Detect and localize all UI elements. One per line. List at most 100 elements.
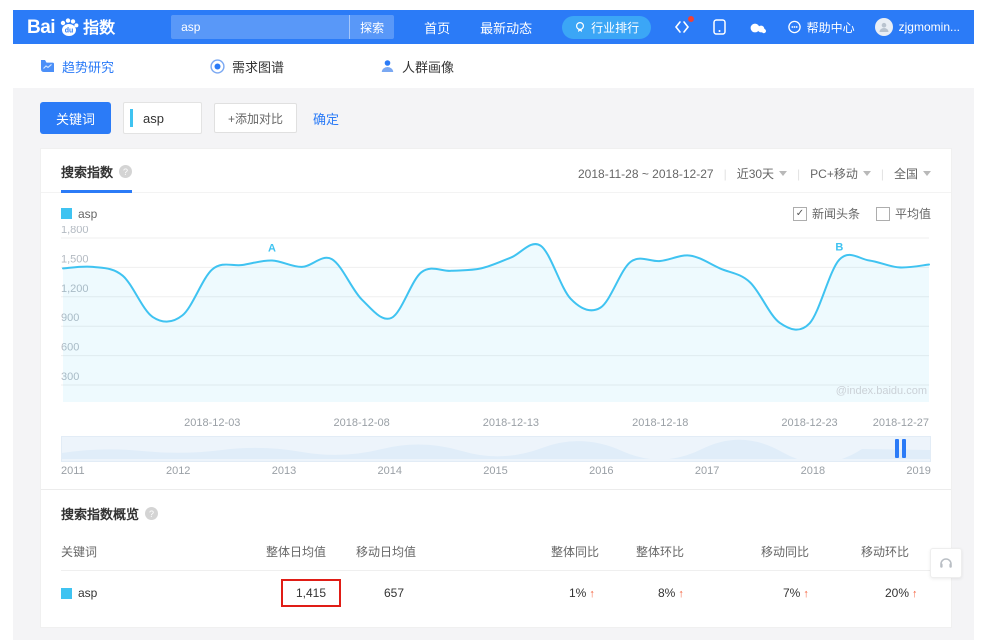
table-header-cell: 整体同比 <box>551 543 636 560</box>
time-range-select[interactable]: 近30天 <box>737 165 787 182</box>
device-select[interactable]: PC+移动 <box>810 165 871 182</box>
keyword-swatch <box>61 588 72 599</box>
tab-trend-label: 趋势研究 <box>62 57 114 76</box>
series-legend[interactable]: asp <box>61 207 97 221</box>
timeline-year: 2015 <box>483 465 507 477</box>
help-icon[interactable] <box>145 507 158 520</box>
industry-ranking-pill[interactable]: 行业排行 <box>562 16 651 39</box>
mobile-daily-avg-value: 657 <box>384 586 404 600</box>
tab-demand-graph[interactable]: 需求图谱 <box>210 57 284 76</box>
legend-swatch <box>61 208 72 219</box>
overall-yoy-value: 1% <box>569 586 586 600</box>
header-search-input[interactable] <box>171 15 349 39</box>
chart-checkboxes: 新闻头条 平均值 <box>793 205 931 222</box>
chevron-down-icon <box>863 171 871 176</box>
header-nav: 首页 最新动态 行业排行 <box>424 16 651 39</box>
username-label: zjgmomin... <box>899 20 960 34</box>
keyword-input[interactable] <box>133 111 201 126</box>
logo-text-suffix: 指数 <box>83 19 115 38</box>
mobile-app-icon[interactable] <box>711 18 729 36</box>
separator: | <box>724 167 727 181</box>
tab-demand-label: 需求图谱 <box>232 57 284 76</box>
add-compare-button[interactable]: +添加对比 <box>214 103 297 133</box>
device-value: PC+移动 <box>810 165 858 182</box>
table-header-cell: 整体日均值 <box>266 543 356 560</box>
table-row: asp 1,415 657 1%↑ 8%↑ <box>61 571 931 613</box>
table-header-row: 关键词整体日均值移动日均值整体同比整体环比移动同比移动环比 <box>61 535 931 571</box>
timeline-year: 2017 <box>695 465 719 477</box>
keyword-value: asp <box>78 586 97 600</box>
timeline-year: 2018 <box>801 465 825 477</box>
svg-text:@index.baidu.com: @index.baidu.com <box>836 385 927 397</box>
trend-chart-canvas: 1,8001,5001,200900600300AB2018-12-032018… <box>61 226 931 432</box>
svg-text:1,800: 1,800 <box>61 226 89 236</box>
mobile-yoy-cell: 7%↑ <box>761 586 861 600</box>
news-headline-checkbox[interactable]: 新闻头条 <box>793 205 860 222</box>
table-header-cell: 移动日均值 <box>356 543 551 560</box>
mobile-mom-cell: 20%↑ <box>861 586 931 600</box>
svg-text:2018-12-03: 2018-12-03 <box>184 417 240 429</box>
header-search-button[interactable]: 探索 <box>349 15 394 39</box>
confirm-link[interactable]: 确定 <box>313 109 339 128</box>
keyword-input-wrap <box>123 102 202 134</box>
overview-header: 搜索指数概览 <box>41 490 951 523</box>
baidu-index-logo[interactable]: Bai du 指数 <box>27 16 115 38</box>
chevron-down-icon <box>923 171 931 176</box>
chevron-down-icon <box>779 171 787 176</box>
nav-home-link[interactable]: 首页 <box>424 18 450 37</box>
page: Bai du 指数 探索 首页 最新动态 <box>13 10 974 640</box>
svg-text:2018-12-27: 2018-12-27 <box>873 417 929 429</box>
table-header-cell: 整体环比 <box>636 543 761 560</box>
nav-news-link[interactable]: 最新动态 <box>480 18 532 37</box>
checkbox-checked-icon <box>793 207 807 221</box>
svg-text:2018-12-23: 2018-12-23 <box>781 417 837 429</box>
timeline-handle-left[interactable] <box>895 439 899 458</box>
mobile-mom-value: 20% <box>885 586 909 600</box>
help-center-link[interactable]: 帮助中心 <box>787 19 855 36</box>
timeline-year: 2011 <box>61 465 85 477</box>
weather-cloud-icon[interactable] <box>749 18 767 36</box>
overall-mom-value: 8% <box>658 586 675 600</box>
separator: | <box>797 167 800 181</box>
mobile-daily-avg-cell: 657 <box>356 586 551 600</box>
news-checkbox-label: 新闻头条 <box>812 205 860 222</box>
region-value: 全国 <box>894 165 918 182</box>
keyword-cell: asp <box>61 586 266 600</box>
average-checkbox-label: 平均值 <box>895 205 931 222</box>
floating-support-button[interactable] <box>930 548 962 578</box>
api-code-icon[interactable] <box>673 18 691 36</box>
overview-title: 搜索指数概览 <box>61 504 139 523</box>
radar-target-icon <box>210 59 225 74</box>
tab-crowd-label: 人群画像 <box>402 57 454 76</box>
up-arrow-icon: ↑ <box>589 588 595 600</box>
tab-trend-research[interactable]: 趋势研究 <box>40 57 114 76</box>
region-select[interactable]: 全国 <box>894 165 931 182</box>
user-account[interactable]: zjgmomin... <box>875 18 960 36</box>
search-index-panel: 搜索指数 2018-11-28 ~ 2018-12-27 | 近30天 | PC… <box>40 148 952 628</box>
keyword-type-button[interactable]: 关键词 <box>40 102 111 134</box>
average-checkbox[interactable]: 平均值 <box>876 205 931 222</box>
keyword-query-bar: 关键词 +添加对比 确定 <box>40 101 974 135</box>
up-arrow-icon: ↑ <box>912 588 918 600</box>
baidu-paw-icon: du <box>58 16 80 38</box>
timeline-sparkline <box>62 437 930 459</box>
svg-text:B: B <box>835 242 843 254</box>
svg-text:du: du <box>65 28 74 35</box>
checkbox-unchecked-icon <box>876 207 890 221</box>
svg-text:2018-12-08: 2018-12-08 <box>333 417 389 429</box>
industry-ranking-label: 行业排行 <box>591 19 639 36</box>
timeline-handles <box>895 439 906 458</box>
timeline-handle-right[interactable] <box>902 439 906 458</box>
timeline-year: 2019 <box>906 465 930 477</box>
overall-mom-cell: 8%↑ <box>636 586 761 600</box>
timeline-slider[interactable] <box>61 436 931 462</box>
separator: | <box>881 167 884 181</box>
mobile-yoy-value: 7% <box>783 586 800 600</box>
panel-header: 搜索指数 2018-11-28 ~ 2018-12-27 | 近30天 | PC… <box>41 149 951 193</box>
person-icon <box>380 59 395 73</box>
tab-crowd-portrait[interactable]: 人群画像 <box>380 57 454 76</box>
overall-daily-avg-cell: 1,415 <box>266 586 356 600</box>
timeline-year: 2012 <box>166 465 190 477</box>
help-icon[interactable] <box>119 165 132 178</box>
overall-yoy-cell: 1%↑ <box>551 586 636 600</box>
